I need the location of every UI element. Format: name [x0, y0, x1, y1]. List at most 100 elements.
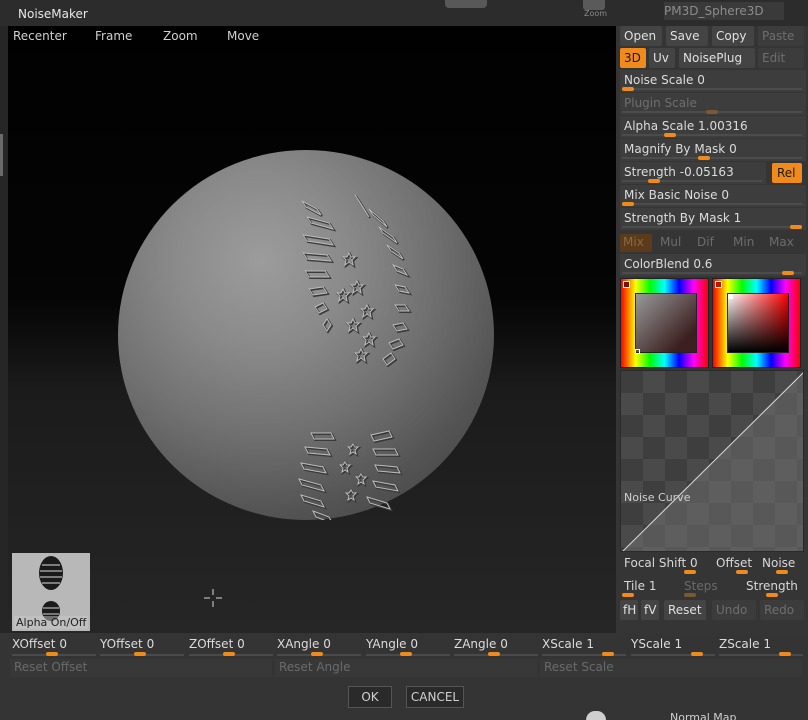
mode-uv-button[interactable]: Uv	[649, 48, 675, 68]
yscale-knob[interactable]	[691, 652, 703, 656]
flip-v-button[interactable]: fV	[641, 600, 659, 620]
focal-shift-knob[interactable]	[684, 570, 696, 574]
tile-knob[interactable]	[622, 593, 634, 597]
mix-mode-max[interactable]: Max	[769, 234, 794, 252]
move-button[interactable]: Move	[227, 29, 259, 43]
xangle-knob[interactable]	[311, 652, 323, 656]
zoffset-slider[interactable]: ZOffset 0	[189, 637, 273, 657]
mix-basic-noise-slider[interactable]: Mix Basic Noise 0	[620, 185, 806, 207]
zoffset-knob[interactable]	[223, 652, 235, 656]
frame-button[interactable]: Frame	[95, 29, 132, 43]
edit-button[interactable]: Edit	[758, 48, 804, 68]
noise-curve-editor[interactable]: Noise Curve	[620, 370, 804, 552]
strength-knob[interactable]	[647, 179, 660, 183]
zscale-label: ZScale 1	[719, 637, 771, 651]
noise-scale-label: Noise Scale 0	[624, 73, 705, 87]
xoffset-slider[interactable]: XOffset 0	[12, 637, 96, 657]
curve-reset-button[interactable]: Reset	[664, 600, 706, 620]
alpha-toggle-label: Alpha On/Off	[14, 616, 89, 629]
zangle-slider[interactable]: ZAngle 0	[454, 637, 538, 657]
alpha-scale-knob[interactable]	[664, 133, 676, 137]
zoom-button[interactable]: Zoom	[163, 29, 198, 43]
reset-angle-button[interactable]: Reset Angle	[275, 659, 537, 677]
yoffset-slider[interactable]: YOffset 0	[100, 637, 184, 657]
noise-scale-knob[interactable]	[622, 87, 634, 91]
steps-slider[interactable]: Steps	[684, 579, 718, 593]
xangle-slider[interactable]: XAngle 0	[277, 637, 361, 657]
colorblend-label: ColorBlend 0.6	[624, 257, 713, 271]
mix-mode-dif[interactable]: Dif	[697, 234, 714, 252]
recenter-button[interactable]: Recenter	[13, 29, 67, 43]
alpha-toggle[interactable]: Alpha On/Off	[12, 553, 90, 631]
yoffset-knob[interactable]	[134, 652, 146, 656]
mix-basic-noise-knob[interactable]	[622, 202, 634, 206]
noise-scale-slider[interactable]: Noise Scale 0	[620, 70, 806, 92]
preview-viewport[interactable]: Recenter Frame Zoom Move Alpha On/Off	[8, 26, 616, 633]
xoffset-knob[interactable]	[46, 652, 58, 656]
zangle-label: ZAngle 0	[454, 637, 508, 651]
strength-by-mask-slider[interactable]: Strength By Mask 1	[620, 208, 806, 230]
xscale-slider[interactable]: XScale 1	[542, 637, 626, 657]
flip-h-button[interactable]: fH	[620, 600, 638, 620]
yangle-slider[interactable]: YAngle 0	[366, 637, 450, 657]
edge-marker	[0, 134, 3, 176]
zoffset-label: ZOffset 0	[189, 637, 245, 651]
yangle-knob[interactable]	[400, 652, 412, 656]
magnify-by-mask-slider[interactable]: Magnify By Mask 0	[620, 139, 806, 161]
focal-shift-slider[interactable]: Focal Shift 0	[624, 556, 698, 570]
mix-mode-mix[interactable]: Mix	[620, 234, 652, 252]
secondary-color-picker[interactable]	[712, 278, 801, 368]
magnify-by-mask-knob[interactable]	[697, 156, 710, 160]
zscale-slider[interactable]: ZScale 1	[719, 637, 803, 657]
paste-button[interactable]: Paste	[758, 26, 804, 46]
redo-button[interactable]: Redo	[760, 600, 804, 620]
xscale-knob[interactable]	[602, 652, 614, 656]
curve-strength-slider[interactable]: Strength	[746, 579, 798, 593]
yscale-slider[interactable]: YScale 1	[631, 637, 715, 657]
reset-offset-button[interactable]: Reset Offset	[10, 659, 272, 677]
offset-knob[interactable]	[736, 570, 748, 574]
colorblend-knob[interactable]	[781, 271, 794, 275]
ok-button[interactable]: OK	[348, 686, 392, 708]
mix-mode-mul[interactable]: Mul	[660, 234, 681, 252]
noisemaker-dialog: NoiseMaker Zoom PM3D_Sphere3D Recenter F…	[0, 0, 808, 720]
plugin-scale-knob[interactable]	[706, 110, 718, 114]
xscale-label: XScale 1	[542, 637, 594, 651]
noise-slider[interactable]: Noise	[762, 556, 795, 570]
copy-button[interactable]: Copy	[712, 26, 754, 46]
preview-sphere	[118, 150, 494, 520]
strength-slider[interactable]: Strength -0.05163	[620, 162, 766, 184]
bottom-bar: XOffset 0 YOffset 0 ZOffset 0 XAngle 0 YAngl…	[0, 633, 808, 720]
zscale-knob[interactable]	[779, 652, 791, 656]
open-button[interactable]: Open	[620, 26, 662, 46]
plugin-scale-slider[interactable]: Plugin Scale	[620, 93, 806, 115]
noise-knob[interactable]	[776, 570, 788, 574]
move-cursor-icon	[204, 589, 222, 607]
curve-strength-knob[interactable]	[766, 593, 778, 597]
mix-mode-min[interactable]: Min	[733, 234, 754, 252]
tile-slider[interactable]: Tile 1	[624, 579, 656, 593]
main-color-picker[interactable]	[620, 278, 709, 368]
steps-knob[interactable]	[684, 593, 696, 597]
undo-button[interactable]: Undo	[712, 600, 756, 620]
rel-button[interactable]: Rel	[772, 163, 802, 183]
save-button[interactable]: Save	[666, 26, 708, 46]
strength-by-mask-label: Strength By Mask 1	[624, 211, 742, 225]
background-tool-icon	[445, 0, 487, 8]
strength-by-mask-knob[interactable]	[790, 225, 802, 229]
cancel-button[interactable]: CANCEL	[406, 686, 464, 708]
noiseplug-button[interactable]: NoisePlug	[679, 48, 755, 68]
noise-curve-graph	[622, 372, 803, 551]
reset-scale-button[interactable]: Reset Scale	[540, 659, 802, 677]
background-normal-map-label: Normal Map	[670, 711, 737, 720]
yoffset-label: YOffset 0	[100, 637, 155, 651]
boot-print-emboss	[298, 194, 413, 520]
plugin-scale-label: Plugin Scale	[624, 96, 697, 110]
offset-slider[interactable]: Offset	[716, 556, 752, 570]
secondary-color-marker	[715, 281, 722, 288]
alpha-scale-slider[interactable]: Alpha Scale 1.00316	[620, 116, 806, 138]
mode-3d-button[interactable]: 3D	[620, 48, 646, 68]
zangle-knob[interactable]	[488, 652, 500, 656]
colorblend-slider[interactable]: ColorBlend 0.6	[620, 254, 806, 276]
main-value-marker	[635, 349, 640, 354]
